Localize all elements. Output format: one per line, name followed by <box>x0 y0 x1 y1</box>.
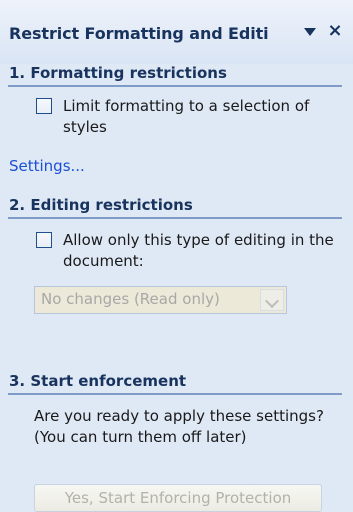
enforcement-prompt: Are you ready to apply these settings? (… <box>34 407 324 446</box>
editing-type-select[interactable]: No changes (Read only) <box>34 286 287 314</box>
allow-editing-type-label: Allow only this type of editing in the d… <box>63 231 334 270</box>
section-editing-restrictions-heading: 2. Editing restrictions <box>9 196 193 214</box>
section-formatting-restrictions-heading: 1. Formatting restrictions <box>9 64 227 82</box>
allow-editing-type-checkbox[interactable] <box>36 232 52 248</box>
triangle-down-icon[interactable] <box>304 28 316 36</box>
pane-title: Restrict Formatting and Editi <box>9 24 269 43</box>
section-divider <box>8 217 342 219</box>
close-icon[interactable]: × <box>326 20 344 42</box>
limit-formatting-checkbox[interactable] <box>36 98 52 114</box>
section-divider <box>8 85 342 87</box>
editing-type-select-value: No changes (Read only) <box>41 290 220 308</box>
section-start-enforcement-heading: 3. Start enforcement <box>9 372 187 390</box>
restrict-formatting-pane: Restrict Formatting and Editi × 1. Forma… <box>0 0 353 512</box>
limit-formatting-label: Limit formatting to a selection of style… <box>63 97 310 136</box>
pane-titlebar: Restrict Formatting and Editi × <box>0 0 353 64</box>
chevron-down-icon[interactable] <box>260 289 284 311</box>
start-enforcing-protection-button[interactable]: Yes, Start Enforcing Protection <box>34 484 322 512</box>
settings-link[interactable]: Settings... <box>9 157 85 175</box>
section-divider <box>8 393 342 395</box>
